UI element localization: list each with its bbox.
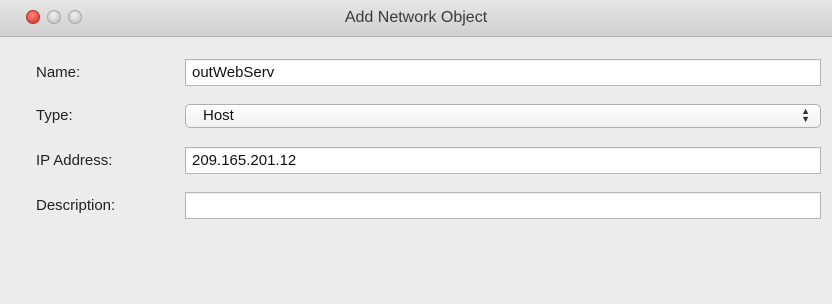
title-bar[interactable]: Add Network Object [0, 0, 832, 37]
up-down-chevron-icon: ▲ ▼ [801, 106, 810, 124]
name-field[interactable]: outWebServ [185, 59, 821, 86]
type-label: Type: [36, 107, 73, 124]
description-field[interactable] [185, 192, 821, 219]
name-label: Name: [36, 64, 81, 81]
add-network-object-window: Add Network Object Name: outWebServ Type… [0, 0, 832, 304]
description-label: Description: [36, 197, 116, 214]
type-select[interactable]: Host ▲ ▼ [185, 104, 821, 128]
ip-address-field[interactable]: 209.165.201.12 [185, 147, 821, 174]
window-title: Add Network Object [344, 9, 488, 26]
type-select-value: Host [203, 107, 234, 124]
ip-address-label: IP Address: [36, 152, 113, 169]
